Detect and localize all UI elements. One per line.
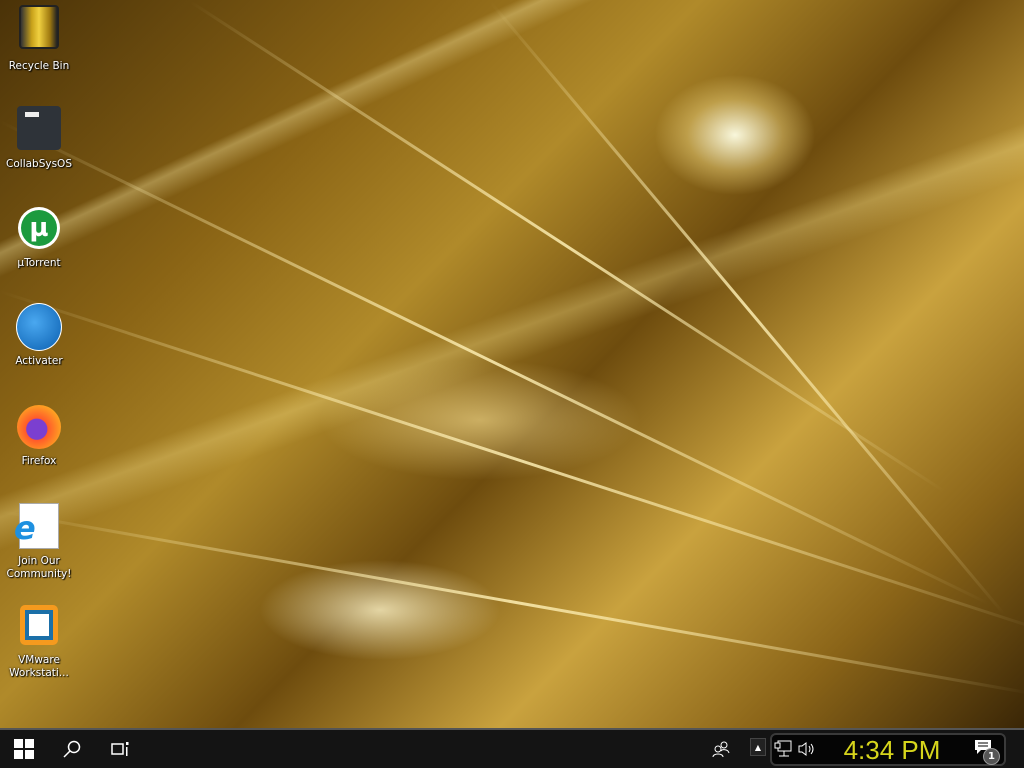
desktop-icon-recycle-bin[interactable]: Recycle Bin: [2, 4, 76, 73]
desktop-icon-activater[interactable]: Activater: [2, 303, 76, 368]
network-icon[interactable]: [774, 740, 792, 762]
folder-icon: [16, 105, 62, 151]
show-hidden-icons-button[interactable]: ▲: [750, 738, 766, 756]
utorrent-icon: µ: [16, 205, 62, 251]
desktop-wallpaper: Recycle Bin CollabSysOS µ µTorrent Activ…: [0, 0, 1024, 728]
desktop-icon-vmware[interactable]: VMware Workstati...: [2, 602, 76, 680]
desktop-icon-join-our-community[interactable]: e Join Our Community!: [2, 503, 76, 581]
wallpaper-streak: [0, 290, 1024, 633]
wallpaper-streak: [488, 0, 1006, 616]
search-button[interactable]: [50, 730, 94, 768]
taskbar: ▲ 4:34 PM 1: [0, 728, 1024, 768]
search-icon: [63, 740, 81, 758]
desktop-icon-utorrent[interactable]: µ µTorrent: [2, 205, 76, 270]
internet-explorer-icon: e: [14, 503, 62, 549]
people-icon: [712, 741, 730, 757]
volume-icon[interactable]: [798, 741, 816, 761]
notification-count-badge: 1: [983, 748, 1000, 765]
desktop-icon-collabsysos[interactable]: CollabSysOS: [2, 105, 76, 171]
action-center-button[interactable]: 1: [974, 739, 1000, 765]
recycle-bin-icon: [16, 4, 62, 50]
vmware-icon: [16, 602, 62, 648]
task-view-button[interactable]: [98, 730, 142, 768]
people-button[interactable]: [706, 730, 736, 768]
chevron-up-icon: ▲: [754, 742, 762, 752]
wallpaper-streak: [189, 0, 946, 493]
activator-icon: [16, 303, 62, 351]
start-button[interactable]: [0, 730, 48, 768]
firefox-icon: [16, 404, 62, 450]
desktop-icon-firefox[interactable]: Firefox: [2, 404, 76, 468]
clock[interactable]: 4:34 PM: [832, 735, 952, 765]
task-view-icon: [111, 742, 129, 756]
wallpaper-streak: [0, 120, 990, 606]
windows-logo-icon: [14, 739, 34, 759]
system-tray: 4:34 PM 1: [770, 733, 1006, 766]
wallpaper-streak: [0, 510, 1024, 696]
